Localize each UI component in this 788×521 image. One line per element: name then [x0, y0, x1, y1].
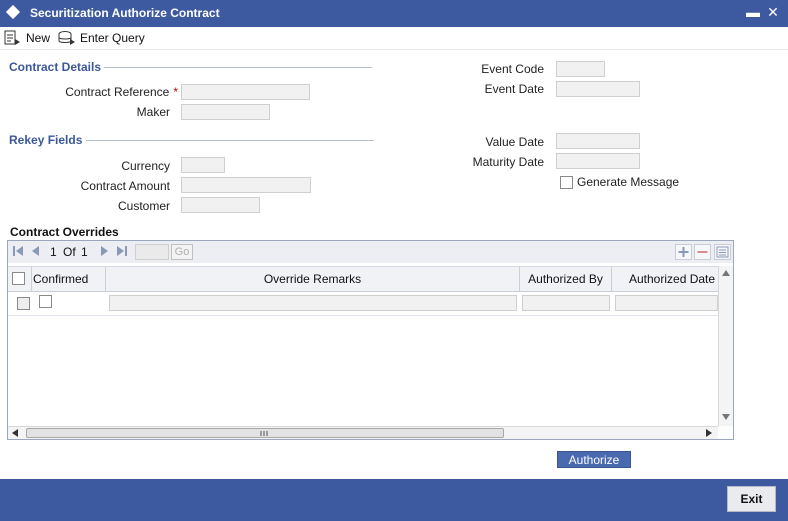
plus-icon	[678, 247, 689, 257]
rekey-fields-divider	[86, 140, 374, 141]
total-pages: 1	[81, 245, 88, 259]
exit-button[interactable]: Exit	[727, 486, 776, 512]
event-date-label: Event Date	[484, 82, 544, 96]
contract-overrides-title: Contract Overrides	[10, 225, 119, 239]
minimize-button[interactable]: ▬	[745, 3, 761, 21]
contract-details-title: Contract Details	[9, 60, 102, 74]
select-all-checkbox[interactable]	[12, 272, 25, 285]
scroll-down-arrow-icon[interactable]	[722, 414, 730, 420]
new-button[interactable]: New	[4, 29, 50, 47]
window-titlebar: Securitization Authorize Contract ▬ ✕	[0, 0, 788, 27]
row-authorized-by-field[interactable]	[522, 295, 610, 311]
column-header-authorized-by[interactable]: Authorized By	[520, 267, 612, 291]
required-marker: *	[173, 85, 178, 99]
customer-input[interactable]	[181, 197, 260, 213]
scroll-grip-icon	[260, 431, 268, 436]
grid-header-row: Confirmed Override Remarks Authorized By…	[8, 266, 718, 292]
previous-page-icon[interactable]	[30, 245, 42, 257]
single-view-button[interactable]	[714, 244, 731, 260]
scroll-left-arrow-icon[interactable]	[12, 429, 18, 437]
select-all-cell	[8, 267, 32, 291]
maturity-date-label: Maturity Date	[472, 155, 544, 169]
column-header-authorized-date[interactable]: Authorized Date	[612, 267, 718, 291]
contract-details-divider	[104, 67, 372, 68]
row-select-checkbox[interactable]	[17, 297, 30, 310]
horizontal-scroll-thumb[interactable]	[26, 428, 504, 438]
close-button[interactable]: ✕	[765, 3, 781, 21]
table-row	[8, 291, 718, 316]
new-label: New	[26, 31, 51, 45]
enter-query-label: Enter Query	[80, 31, 145, 45]
maker-input[interactable]	[181, 104, 270, 120]
minus-icon	[697, 251, 708, 253]
contract-amount-input[interactable]	[181, 177, 311, 193]
generate-message-label: Generate Message	[577, 175, 680, 189]
grid-toolbar: 1 Of 1 Go	[8, 241, 733, 263]
maker-label: Maker	[136, 105, 170, 119]
next-page-icon[interactable]	[98, 245, 110, 257]
new-document-icon	[4, 30, 20, 45]
maturity-date-input[interactable]	[556, 153, 640, 169]
delete-row-button[interactable]	[694, 244, 711, 260]
event-date-input[interactable]	[556, 81, 640, 97]
currency-label: Currency	[121, 159, 170, 173]
vertical-scrollbar[interactable]	[718, 266, 733, 426]
scroll-right-arrow-icon[interactable]	[706, 429, 712, 437]
column-header-confirmed[interactable]: Confirmed	[32, 267, 106, 291]
enter-query-button[interactable]: Enter Query	[58, 29, 145, 47]
value-date-label: Value Date	[485, 135, 544, 149]
scroll-up-arrow-icon[interactable]	[722, 270, 730, 276]
event-code-label: Event Code	[481, 62, 544, 76]
footer-bar: Exit	[0, 479, 788, 521]
last-page-icon[interactable]	[116, 245, 128, 257]
event-code-input[interactable]	[556, 61, 605, 77]
row-authorized-date-field[interactable]	[615, 295, 718, 311]
add-row-button[interactable]	[675, 244, 692, 260]
value-date-input[interactable]	[556, 133, 640, 149]
main-toolbar: New Enter Query	[0, 27, 788, 50]
customer-label: Customer	[117, 199, 170, 213]
contract-overrides-grid: 1 Of 1 Go Confirmed Override Remarks Aut…	[7, 240, 734, 440]
first-page-icon[interactable]	[12, 245, 24, 257]
row-override-remarks-field[interactable]	[109, 295, 517, 311]
horizontal-scrollbar[interactable]	[8, 426, 718, 439]
query-database-icon	[58, 31, 75, 45]
pager-of-label: Of	[63, 245, 76, 259]
column-header-override-remarks[interactable]: Override Remarks	[106, 267, 520, 291]
page-number-input[interactable]	[135, 244, 169, 260]
contract-reference-input[interactable]	[181, 84, 310, 100]
list-view-icon	[716, 246, 729, 258]
generate-message-checkbox[interactable]	[560, 176, 573, 189]
contract-reference-label: Contract Reference *	[65, 85, 178, 99]
contract-amount-label: Contract Amount	[80, 179, 170, 193]
current-page: 1	[50, 245, 57, 259]
currency-input[interactable]	[181, 157, 225, 173]
window-title: Securitization Authorize Contract	[30, 6, 220, 20]
rekey-fields-title: Rekey Fields	[9, 133, 83, 147]
authorize-button[interactable]: Authorize	[557, 451, 631, 468]
app-diamond-icon	[5, 4, 21, 20]
row-confirmed-checkbox[interactable]	[39, 295, 52, 308]
go-button[interactable]: Go	[171, 244, 193, 260]
